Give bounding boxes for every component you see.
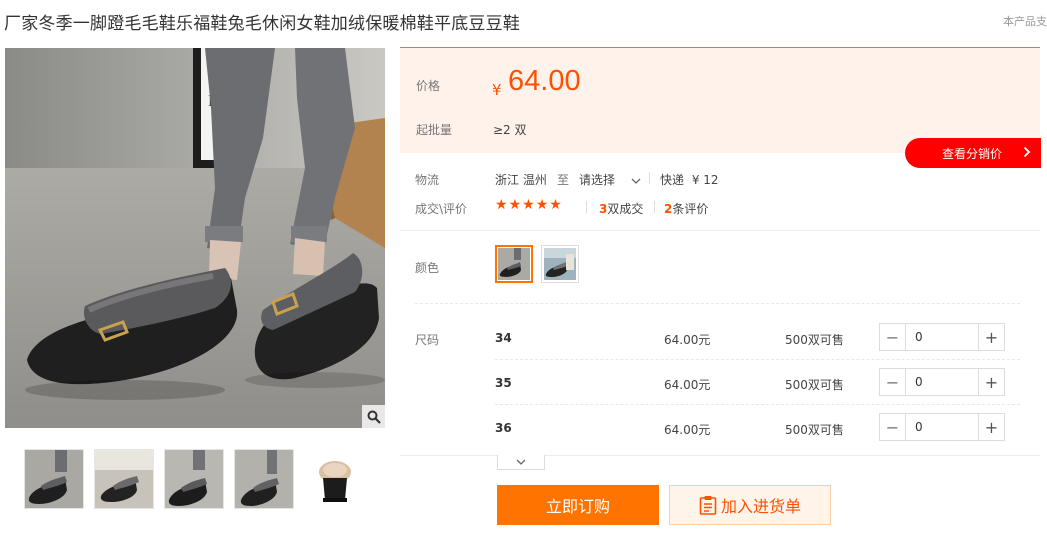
decrease-button[interactable]: − — [880, 369, 906, 395]
quantity-input[interactable] — [907, 324, 977, 350]
size-price: 64.00元 — [664, 423, 711, 437]
color-label: 颜色 — [415, 261, 440, 275]
divider — [654, 201, 655, 213]
main-product-image[interactable]: LAUGH — [5, 48, 385, 428]
source-tag: 本产品支 — [1003, 15, 1047, 28]
chevron-down-icon — [516, 459, 526, 465]
quantity-stepper: − + — [879, 413, 1005, 441]
thumbnail-5[interactable] — [304, 449, 364, 509]
color-option-2[interactable] — [541, 245, 579, 283]
destination-select[interactable]: 请选择 — [579, 171, 641, 188]
add-to-purchase-list-button[interactable]: 加入进货单 — [669, 485, 831, 525]
chevron-down-icon — [631, 178, 641, 184]
section-divider — [400, 455, 1040, 456]
row-divider — [495, 359, 1020, 360]
star-icon: ★ — [535, 197, 549, 213]
size-price: 64.00元 — [664, 378, 711, 392]
size-label: 尺码 — [415, 333, 440, 347]
logistics-origin: 浙江 温州 — [495, 173, 547, 187]
quantity-stepper: − + — [879, 368, 1005, 396]
shipping-fee: ¥ 12 — [691, 173, 719, 187]
zoom-button[interactable] — [362, 405, 385, 428]
price-value: 64.00 — [508, 65, 581, 97]
distributor-button-label: 查看分销价 — [942, 146, 1003, 161]
reviews-link[interactable]: 2条评价 — [664, 200, 708, 217]
row-divider — [495, 404, 1020, 405]
increase-button[interactable]: + — [978, 369, 1004, 395]
price-label: 价格 — [416, 79, 441, 93]
logistics-to: 至 — [557, 173, 570, 187]
size-value: 35 — [495, 376, 512, 390]
chevron-right-icon — [1023, 146, 1031, 158]
price-currency: ¥ — [492, 81, 502, 99]
destination-value: 请选择 — [579, 173, 616, 187]
thumbnail-4[interactable] — [234, 449, 294, 509]
quantity-stepper: − + — [879, 323, 1005, 351]
shipping-method-label: 快递 — [660, 173, 685, 187]
color-option-1[interactable] — [495, 245, 533, 283]
rating-stars: ★ ★ ★ ★ ★ — [495, 198, 562, 212]
reviews-unit: 条评价 — [672, 202, 709, 216]
star-icon: ★ — [549, 197, 562, 213]
decrease-button[interactable]: − — [880, 414, 906, 440]
decrease-button[interactable]: − — [880, 324, 906, 350]
order-now-label: 立即订购 — [545, 497, 610, 516]
product-title: 厂家冬季一脚蹬毛毛鞋乐福鞋兔毛休闲女鞋加绒保暖棉鞋平底豆豆鞋 — [4, 14, 520, 34]
size-stock: 500双可售 — [785, 378, 844, 392]
star-icon: ★ — [495, 197, 508, 213]
star-icon: ★ — [522, 197, 535, 213]
increase-button[interactable]: + — [978, 414, 1004, 440]
quantity-input[interactable] — [907, 369, 977, 395]
moq-value: ≥2 双 — [493, 123, 527, 137]
thumbnail-2[interactable] — [94, 449, 154, 509]
expand-sizes-button[interactable] — [497, 455, 545, 470]
order-now-button[interactable]: 立即订购 — [497, 485, 659, 525]
section-divider — [415, 303, 1020, 304]
divider — [649, 172, 650, 184]
moq-label: 起批量 — [416, 123, 453, 137]
divider — [586, 201, 587, 213]
section-divider — [400, 230, 1040, 231]
add-to-list-label: 加入进货单 — [720, 497, 801, 516]
deals-unit: 双成交 — [607, 202, 644, 216]
quantity-input[interactable] — [907, 414, 977, 440]
clipboard-icon — [699, 496, 717, 515]
deals-link[interactable]: 3双成交 — [599, 200, 643, 217]
increase-button[interactable]: + — [978, 324, 1004, 350]
size-value: 34 — [495, 331, 512, 345]
shipping-method: 快递 ¥ 12 — [660, 171, 719, 188]
thumbnail-1[interactable] — [24, 449, 84, 509]
size-price: 64.00元 — [664, 333, 711, 347]
size-stock: 500双可售 — [785, 423, 844, 437]
thumbnail-3[interactable] — [164, 449, 224, 509]
deals-reviews-label: 成交\评价 — [415, 202, 468, 216]
logistics-label: 物流 — [415, 173, 440, 187]
size-value: 36 — [495, 421, 512, 435]
view-distributor-price-button[interactable]: 查看分销价 — [905, 138, 1041, 168]
star-icon: ★ — [508, 197, 522, 213]
size-stock: 500双可售 — [785, 333, 844, 347]
magnifier-icon — [367, 410, 381, 424]
